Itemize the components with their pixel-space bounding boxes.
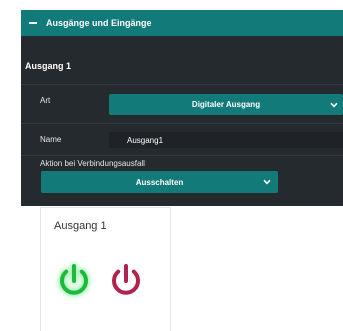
name-label: Name: [40, 135, 62, 144]
section-title: Ausgang 1: [25, 61, 72, 71]
art-label: Art: [40, 96, 51, 105]
collapse-minus-icon[interactable]: [26, 16, 40, 30]
chevron-down-icon: [330, 102, 338, 107]
power-icon: [112, 264, 140, 295]
settings-panel: Ausgänge und Eingänge Ausgang 1 Art Digi…: [21, 10, 343, 206]
power-on-button[interactable]: [51, 258, 97, 304]
aktion-select[interactable]: Ausschalten: [41, 171, 278, 193]
output-widget-card: Ausgang 1: [40, 207, 171, 331]
screenshot-canvas: Ausgänge und Eingänge Ausgang 1 Art Digi…: [0, 0, 343, 331]
power-icon: [59, 263, 89, 296]
chevron-down-icon: [263, 179, 271, 185]
art-select[interactable]: Digitaler Ausgang: [109, 94, 343, 115]
divider: [21, 155, 343, 156]
aktion-select-value: Ausschalten: [135, 177, 184, 187]
art-select-value: Digitaler Ausgang: [191, 100, 261, 109]
panel-header[interactable]: Ausgänge und Eingänge: [21, 10, 343, 36]
card-title: Ausgang 1: [54, 220, 107, 232]
divider: [21, 123, 343, 124]
divider: [21, 84, 343, 85]
panel-header-title: Ausgänge und Eingänge: [46, 18, 152, 28]
aktion-label: Aktion bei Verbindungsausfall: [40, 159, 145, 168]
power-off-button[interactable]: [103, 258, 149, 304]
name-input[interactable]: Ausgang1: [109, 132, 343, 148]
